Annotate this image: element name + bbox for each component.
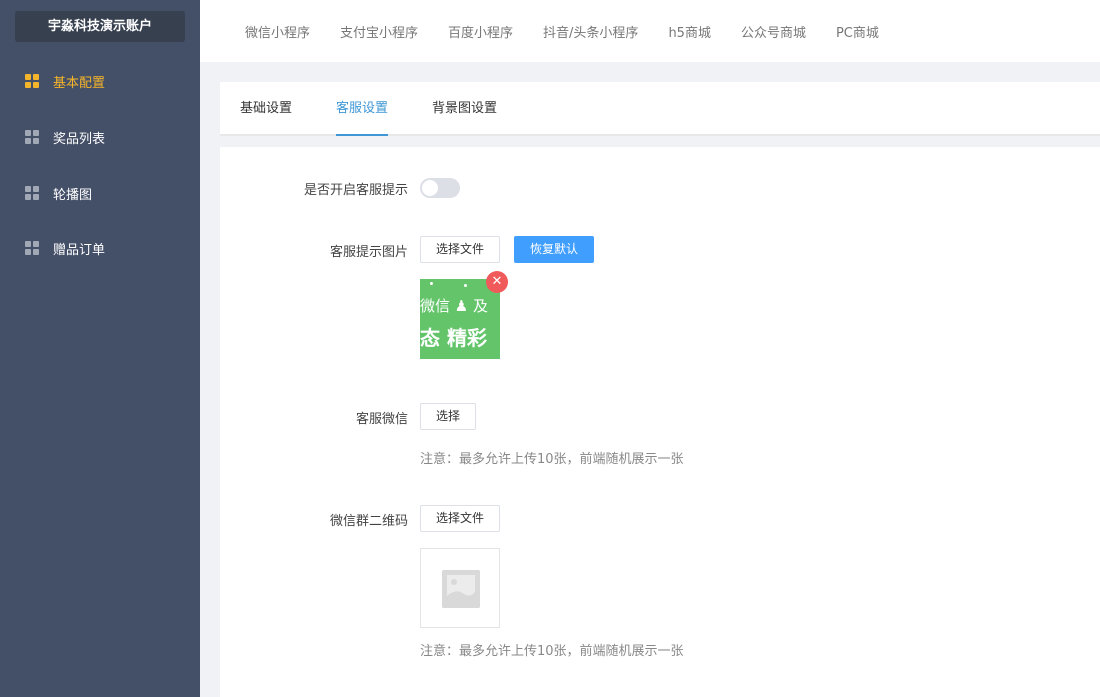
tab-douyin-miniprogram[interactable]: 抖音/头条小程序 xyxy=(543,22,638,41)
close-icon[interactable]: ✕ xyxy=(486,271,508,293)
cs-wechat-label: 客服微信 xyxy=(355,412,408,427)
qr-image-upload[interactable] xyxy=(420,548,500,628)
sidebar-item-label: 赠品订单 xyxy=(53,242,106,258)
cs-tip-switch-label: 是否开启客服提示 xyxy=(303,183,408,198)
tab-basic-settings[interactable]: 基础设置 xyxy=(240,82,292,136)
cs-tip-toggle[interactable] xyxy=(420,178,460,198)
thumbnail-text-line2: 态 精彩 xyxy=(420,326,487,350)
restore-default-button[interactable]: 恢复默认 xyxy=(514,236,594,263)
sidebar-item-label: 轮播图 xyxy=(53,187,93,203)
toggle-knob xyxy=(422,180,438,196)
tab-wechat-miniprogram[interactable]: 微信小程序 xyxy=(245,22,310,41)
tab-background-settings[interactable]: 背景图设置 xyxy=(432,82,497,136)
settings-tabs: 基础设置 客服设置 背景图设置 xyxy=(220,82,1100,136)
sidebar-item-gift-orders[interactable]: 赠品订单 xyxy=(0,228,200,268)
tab-h5-mall[interactable]: h5商城 xyxy=(668,22,711,41)
choose-qr-file-button[interactable]: 选择文件 xyxy=(420,505,500,532)
thumbnail-text-line1: 微信 ♟ 及 xyxy=(420,297,488,315)
tab-pc-mall[interactable]: PC商城 xyxy=(836,22,879,41)
grid-icon xyxy=(25,130,39,144)
decor-dot xyxy=(464,284,467,287)
sidebar-item-prize-list[interactable]: 奖品列表 xyxy=(0,117,200,157)
image-placeholder-icon xyxy=(442,570,480,608)
upload-note: 注意：最多允许上传10张，前端随机展示一张 xyxy=(420,644,684,659)
settings-form: 是否开启客服提示 客服提示图片 选择文件 恢复默认 微信 ♟ 及 态 精彩 ✕ … xyxy=(220,147,1100,697)
sidebar-item-label: 奖品列表 xyxy=(53,131,106,147)
tab-customer-service-settings[interactable]: 客服设置 xyxy=(336,82,389,136)
grid-icon xyxy=(25,186,39,200)
sidebar-item-carousel[interactable]: 轮播图 xyxy=(0,173,200,213)
sidebar: 宇淼科技演示账户 基本配置 奖品列表 轮播图 赠品订单 xyxy=(0,0,200,697)
choose-file-button[interactable]: 选择文件 xyxy=(420,236,500,263)
sidebar-item-label: 基本配置 xyxy=(53,75,106,91)
group-qr-label: 微信群二维码 xyxy=(329,514,408,529)
grid-icon xyxy=(25,74,39,88)
tab-baidu-miniprogram[interactable]: 百度小程序 xyxy=(448,22,513,41)
choose-wechat-button[interactable]: 选择 xyxy=(420,403,476,430)
cs-tip-image-label: 客服提示图片 xyxy=(329,245,408,260)
sidebar-item-basic-config[interactable]: 基本配置 xyxy=(0,61,200,101)
cs-tip-image-thumbnail[interactable]: 微信 ♟ 及 态 精彩 xyxy=(420,279,500,359)
platform-tabs: 微信小程序 支付宝小程序 百度小程序 抖音/头条小程序 h5商城 公众号商城 P… xyxy=(200,0,1100,62)
grid-icon xyxy=(25,241,39,255)
upload-note: 注意：最多允许上传10张，前端随机展示一张 xyxy=(420,452,684,467)
tab-alipay-miniprogram[interactable]: 支付宝小程序 xyxy=(340,22,418,41)
account-name[interactable]: 宇淼科技演示账户 xyxy=(15,11,185,42)
tab-official-account-mall[interactable]: 公众号商城 xyxy=(741,22,806,41)
decor-dot xyxy=(430,282,433,285)
